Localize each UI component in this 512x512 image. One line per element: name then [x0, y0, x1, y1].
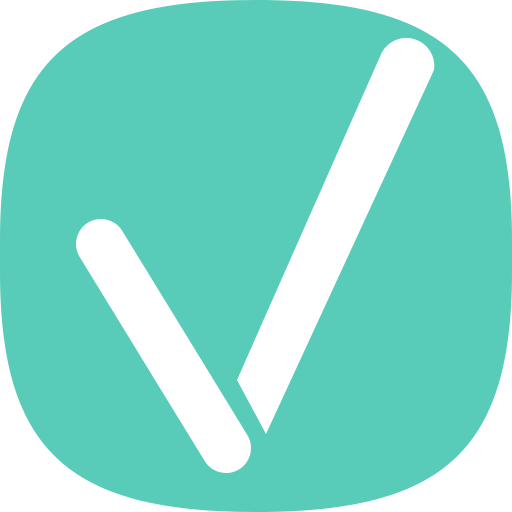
check-mark-icon [0, 0, 512, 512]
icon-background [0, 0, 512, 512]
app-icon[interactable] [0, 0, 512, 512]
